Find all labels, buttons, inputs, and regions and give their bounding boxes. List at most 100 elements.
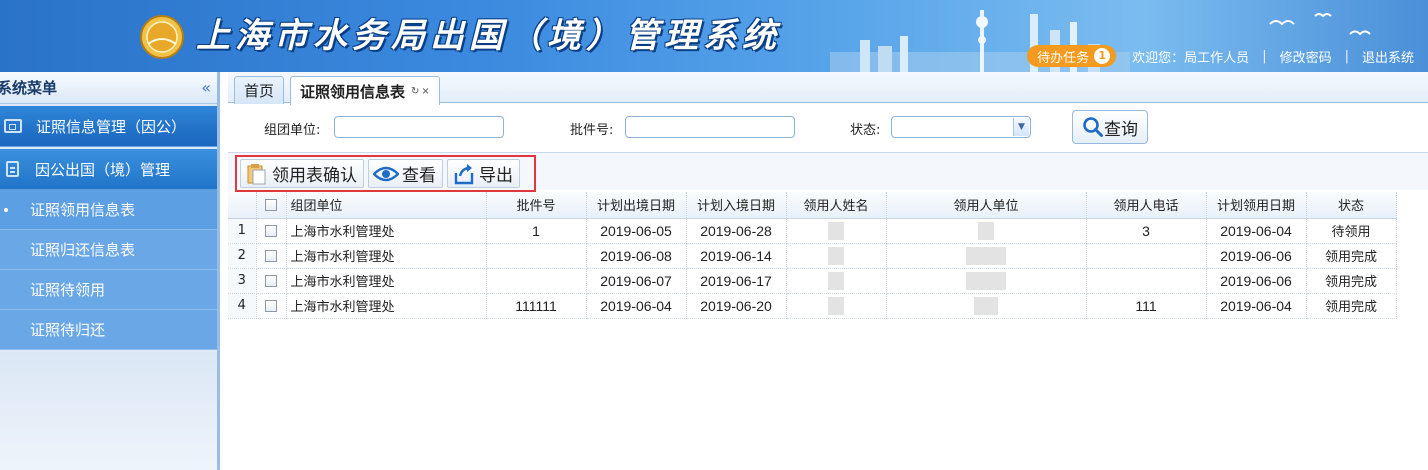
cell-status: 待领用 [1306,218,1397,244]
sidebar-item-label: 证照归还信息表 [30,241,136,259]
status-select[interactable]: ▼ [891,116,1031,138]
toolbar-area: 领用表确认 查看 导出 [228,152,1428,192]
table-header-row: 组团单位 批件号 计划出境日期 计划入境日期 领用人姓名 领用人单位 领用人电话… [228,192,1397,219]
export-icon [454,163,474,184]
column-header[interactable]: 计划入境日期 [686,192,787,219]
table-row[interactable]: 2 上海市水利管理处 2019-06-08 2019-06-14 2019-06… [228,243,1397,269]
change-password-link[interactable]: 修改密码 [1280,47,1332,66]
column-header[interactable]: 组团单位 [286,192,487,219]
separator: | [1344,48,1349,64]
cell-name-redacted [786,218,887,244]
column-header[interactable]: 领用人电话 [1086,192,1207,219]
table-row[interactable]: 4 上海市水利管理处 111111 2019-06-04 2019-06-20 … [228,293,1397,319]
approval-no-label: 批件号: [570,123,614,138]
cell-status: 领用完成 [1306,268,1397,294]
table-row[interactable]: 3 上海市水利管理处 2019-06-07 2019-06-17 2019-06… [228,268,1397,294]
sidebar-item-license-receive[interactable]: 证照领用信息表 [0,190,217,230]
confirm-receive-button[interactable]: 领用表确认 [240,159,364,188]
confirm-label: 领用表确认 [272,166,357,186]
top-links: 待办任务 1 欢迎您：局工作人员 | 修改密码 | 退出系统 [1027,44,1414,68]
cell-entry-date: 2019-06-17 [686,268,787,294]
cell-approval [486,243,587,269]
column-header[interactable]: 计划出境日期 [586,192,687,219]
tab-home[interactable]: 首页 [234,76,285,104]
cell-exit-date: 2019-06-08 [586,243,687,269]
redacted-block [966,246,1006,265]
logout-link[interactable]: 退出系统 [1362,47,1414,66]
main-content: 首页 证照领用信息表 ↻ × 组团单位: 批件号: 状态: ▼ 查询 领用表确认… [228,72,1428,470]
cell-phone [1086,268,1207,294]
app-title: 上海市水务局出国（境）管理系统 [196,16,781,56]
cell-status: 领用完成 [1306,293,1397,319]
cell-entry-date: 2019-06-20 [686,293,787,319]
logo-icon [140,15,184,59]
export-button[interactable]: 导出 [447,159,520,188]
sidebar: 系统菜单 « 证照信息管理（因公） 因公出国（境）管理 证照领用信息表 证照归还… [0,72,220,470]
row-number: 2 [228,243,257,269]
collapse-sidebar-icon[interactable]: « [201,78,211,97]
menu-group-label: 证照信息管理（因公） [36,117,187,136]
column-header[interactable]: 计划领用日期 [1206,192,1307,219]
cell-receive-date: 2019-06-04 [1206,293,1307,319]
cell-approval: 1 [486,218,587,244]
tab-license-receive[interactable]: 证照领用信息表 ↻ × [290,76,440,105]
table-row[interactable]: 1 上海市水利管理处 1 2019-06-05 2019-06-28 3 201… [228,218,1397,244]
redacted-block [828,271,844,290]
sidebar-empty-area [0,352,217,470]
clipboard-icon [247,163,266,184]
cell-approval: 111111 [486,293,587,319]
separator: | [1262,48,1267,64]
eye-icon [373,166,399,181]
checkbox-icon [265,198,277,211]
row-checkbox[interactable] [256,218,287,244]
cell-exit-date: 2019-06-04 [586,293,687,319]
search-icon [1083,117,1103,137]
menu-group-label: 因公出国（境）管理 [35,160,171,179]
cell-entry-date: 2019-06-28 [686,218,787,244]
group-unit-label: 组团单位: [264,123,321,138]
group-unit-input[interactable] [334,116,504,138]
todo-count: 1 [1094,48,1111,64]
row-checkbox[interactable] [256,268,287,294]
redacted-block [828,246,844,265]
sidebar-item-label: 证照待领用 [30,281,106,299]
row-checkbox[interactable] [256,293,287,319]
refresh-tab-icon[interactable]: ↻ [411,86,419,97]
redacted-block [966,271,1006,290]
row-number-header [228,192,257,219]
cell-phone: 111 [1086,293,1207,319]
column-header[interactable]: 领用人单位 [886,192,1087,219]
redacted-block [974,296,998,315]
view-label: 查看 [402,166,436,186]
column-header[interactable]: 状态 [1306,192,1397,219]
menu-group-license-info[interactable]: 证照信息管理（因公） [0,106,217,147]
approval-no-input[interactable] [625,116,795,138]
cell-exit-date: 2019-06-07 [586,268,687,294]
cell-org-redacted [886,243,1087,269]
column-header[interactable]: 领用人姓名 [786,192,887,219]
column-header[interactable]: 批件号 [486,192,587,219]
sidebar-item-license-pending-receive[interactable]: 证照待领用 [0,270,217,310]
action-toolbar: 领用表确认 查看 导出 [235,155,536,192]
search-form: 组团单位: 批件号: 状态: ▼ 查询 [228,104,1428,150]
query-label: 查询 [1104,119,1138,140]
close-tab-icon[interactable]: × [421,86,429,97]
cell-org-redacted [886,218,1087,244]
sidebar-item-license-pending-return[interactable]: 证照待归还 [0,310,217,350]
select-all-checkbox[interactable] [256,192,287,219]
cell-org-redacted [886,293,1087,319]
tab-label: 首页 [244,82,275,100]
checkbox-icon [265,274,277,287]
welcome-text: 欢迎您：局工作人员 [1132,50,1250,66]
sidebar-item-label: 证照领用信息表 [30,201,136,219]
cell-exit-date: 2019-06-05 [586,218,687,244]
row-number: 3 [228,268,257,294]
redacted-block [828,296,844,315]
menu-group-outbound-management[interactable]: 因公出国（境）管理 [0,149,217,190]
view-button[interactable]: 查看 [368,159,443,188]
todo-badge[interactable]: 待办任务 1 [1027,45,1117,67]
cell-approval [486,268,587,294]
query-button[interactable]: 查询 [1072,110,1148,144]
row-checkbox[interactable] [256,243,287,269]
sidebar-item-license-return[interactable]: 证照归还信息表 [0,230,217,270]
